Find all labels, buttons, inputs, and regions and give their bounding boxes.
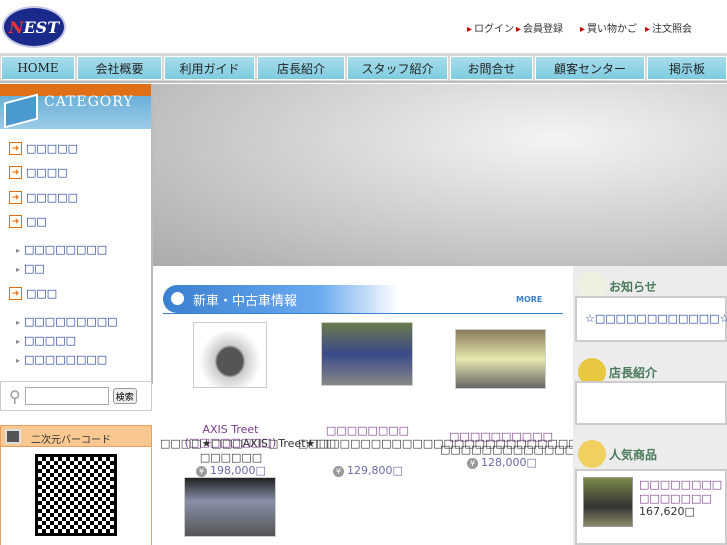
arrow-icon: ➜ [9,287,22,300]
nav-bbs[interactable]: 掲示板 [647,56,727,80]
nav-guide[interactable]: 利用ガイド [164,56,255,80]
product-price: ¥128,000□ [467,456,537,469]
product-title[interactable]: □□□□□□□□ [300,424,435,437]
category-item[interactable]: ➜ □□□ [9,287,57,300]
nav-contact[interactable]: お問合せ [450,56,533,80]
phone-icon [5,429,21,444]
cart-link[interactable]: 買い物かご [580,20,637,35]
subcategory-item[interactable]: □□□□□□□□□ [16,315,118,328]
product-image[interactable] [184,477,276,537]
manager-box [575,381,727,425]
nav-customer-center[interactable]: 顧客センター [535,56,645,80]
arrow-icon: ➜ [9,166,22,179]
product-price: ¥198,000□ [196,464,266,477]
product-image[interactable] [193,322,267,388]
qr-code [35,454,117,536]
search-button[interactable]: 検索 [112,388,137,404]
nav-staff[interactable]: スタッフ紹介 [347,56,448,80]
arrow-icon: ➜ [9,215,22,228]
product-image[interactable] [455,329,546,389]
qr-title: 二次元バーコード [31,435,111,446]
register-link[interactable]: 会員登録 [516,20,563,35]
login-link[interactable]: ログイン [467,20,514,35]
logo[interactable]: N EST [2,6,66,48]
qr-header: 二次元バーコード [0,425,152,447]
product-desc: □□□□□□□□□□□□□□ [440,443,586,456]
subcategory-item[interactable]: □□□□□ [16,334,76,347]
main-nav: HOME 会社概要 利用ガイド 店長紹介 スタッフ紹介 お問合せ 顧客センター … [0,53,727,83]
category-item[interactable]: ➜ □□□□□ [9,191,78,204]
product-desc: □□□□★□□□AXIS□Treet★□□ □□□□□□ [160,437,337,464]
arrow-icon: ➜ [9,191,22,204]
main-banner [153,84,727,266]
yen-icon: ¥ [196,466,207,477]
category-label: □□□ [26,287,58,300]
subcategory-item[interactable]: □□ [16,262,45,275]
section-header: 新車・中古車情報 [163,285,555,313]
search-box: ⚲ 検索 [0,381,152,411]
category-label: □□□□□ [26,191,78,204]
news-item[interactable]: ☆□□□□□□□□□□□□☆ [585,312,727,325]
category-item[interactable]: ➜ □□□□ [9,166,68,179]
subcategory-item[interactable]: □□□□□□□□ [16,353,107,366]
yen-icon: ¥ [467,458,478,469]
divider [163,313,563,314]
category-label: □□□□□ [26,142,78,155]
news-box: ☆□□□□□□□□□□□□☆ [575,296,727,342]
order-inquiry-link[interactable]: 注文照会 [645,20,692,35]
arrow-icon: ➜ [9,142,22,155]
product-desc: □□□□□□□□□□□□□□□□□□□□□□□□□□□□□□ [298,437,610,450]
popular-product-image[interactable] [583,477,633,527]
more-link[interactable]: MORE [516,295,542,304]
nav-home[interactable]: HOME [1,56,75,80]
product-price: ¥129,800□ [333,464,403,477]
search-icon: ⚲ [9,386,21,406]
category-label: □□□□ [26,166,68,179]
nav-company[interactable]: 会社概要 [77,56,162,80]
search-input[interactable] [24,387,109,405]
popular-product-title[interactable]: □□□□□□□□□□□□□□□ [639,478,723,506]
subcategory-item[interactable]: □□□□□□□□ [16,243,107,256]
product-title[interactable]: □□□□□□□□□□ [440,430,562,443]
category-item[interactable]: ➜ □□□□□ [9,142,78,155]
product-image[interactable] [321,322,413,386]
category-item[interactable]: ➜ □□ [9,215,47,228]
popular-product-price: 167,620□ [639,505,695,518]
yen-icon: ¥ [333,466,344,477]
nav-manager[interactable]: 店長紹介 [257,56,345,80]
category-label: □□ [26,215,47,228]
